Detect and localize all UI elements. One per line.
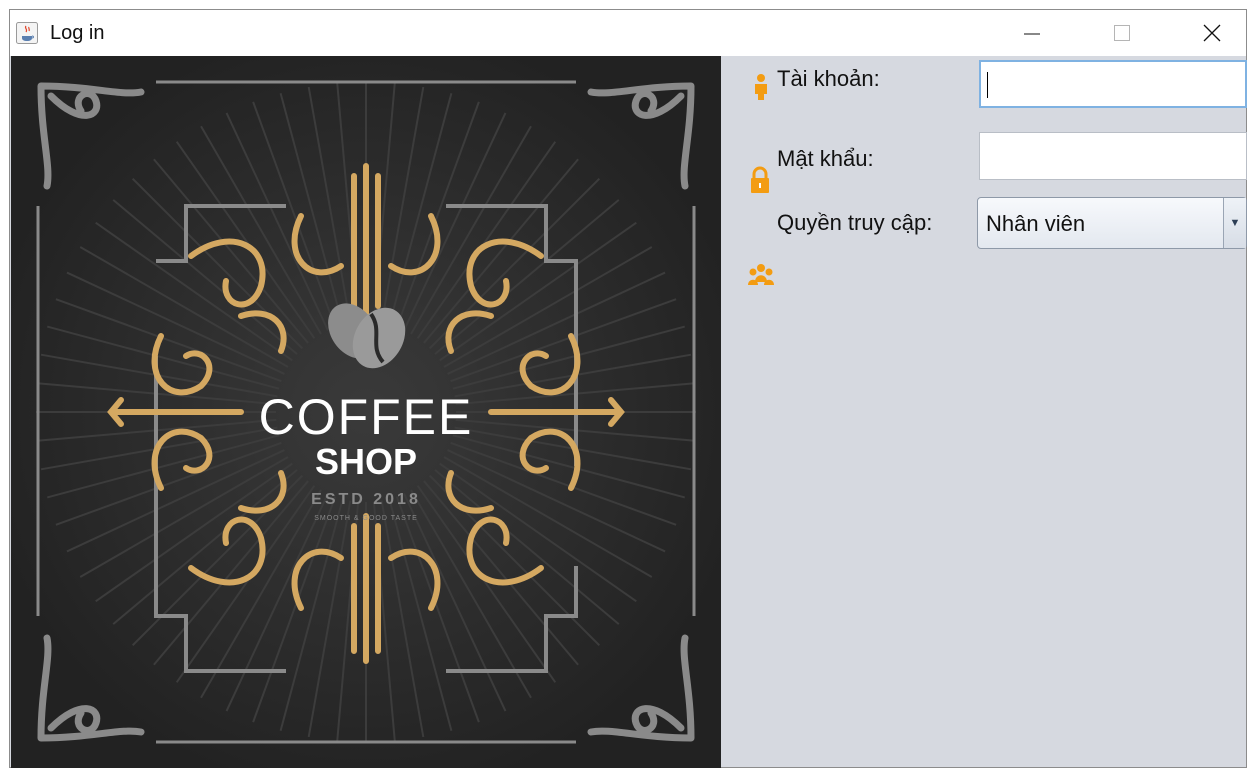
close-icon — [1203, 24, 1221, 42]
logo-established: ESTD 2018 — [311, 491, 421, 508]
text-cursor — [987, 72, 988, 98]
minimize-button[interactable] — [996, 10, 1068, 56]
username-input[interactable] — [979, 60, 1247, 108]
logo-line1: COFFEE — [259, 389, 474, 445]
window-title: Log in — [50, 22, 105, 44]
logo-tagline: SMOOTH & GOOD TASTE — [314, 515, 418, 522]
title-bar: Log in — [10, 10, 1246, 56]
close-button[interactable] — [1176, 10, 1248, 56]
coffee-shop-logo-image: COFFEE SHOP ESTD 2018 SMOOTH & GOOD TAST… — [11, 56, 721, 768]
logo-line2: SHOP — [315, 441, 417, 482]
java-app-icon — [16, 22, 38, 44]
username-label: Tài khoản: — [777, 66, 880, 91]
group-icon — [748, 264, 774, 285]
password-label: Mật khẩu: — [777, 146, 874, 171]
dropdown-arrow-icon[interactable]: ▼ — [1223, 198, 1246, 248]
role-select[interactable]: Nhân viên ▼ — [977, 197, 1247, 249]
maximize-button[interactable] — [1086, 10, 1158, 56]
minimize-icon — [1024, 33, 1040, 35]
password-input[interactable] — [979, 132, 1247, 180]
maximize-icon — [1114, 25, 1130, 41]
role-select-value: Nhân viên — [986, 211, 1086, 236]
user-icon — [755, 74, 767, 100]
role-label: Quyền truy cập: — [777, 210, 933, 235]
login-window: Log in COFFEE SHOP ESTD 2018 SMOOTH & GO… — [9, 9, 1247, 768]
login-form: Tài khoản: Mật khẩu: Quyền truy cập: Nhâ… — [721, 56, 1247, 768]
lock-icon — [751, 166, 769, 193]
